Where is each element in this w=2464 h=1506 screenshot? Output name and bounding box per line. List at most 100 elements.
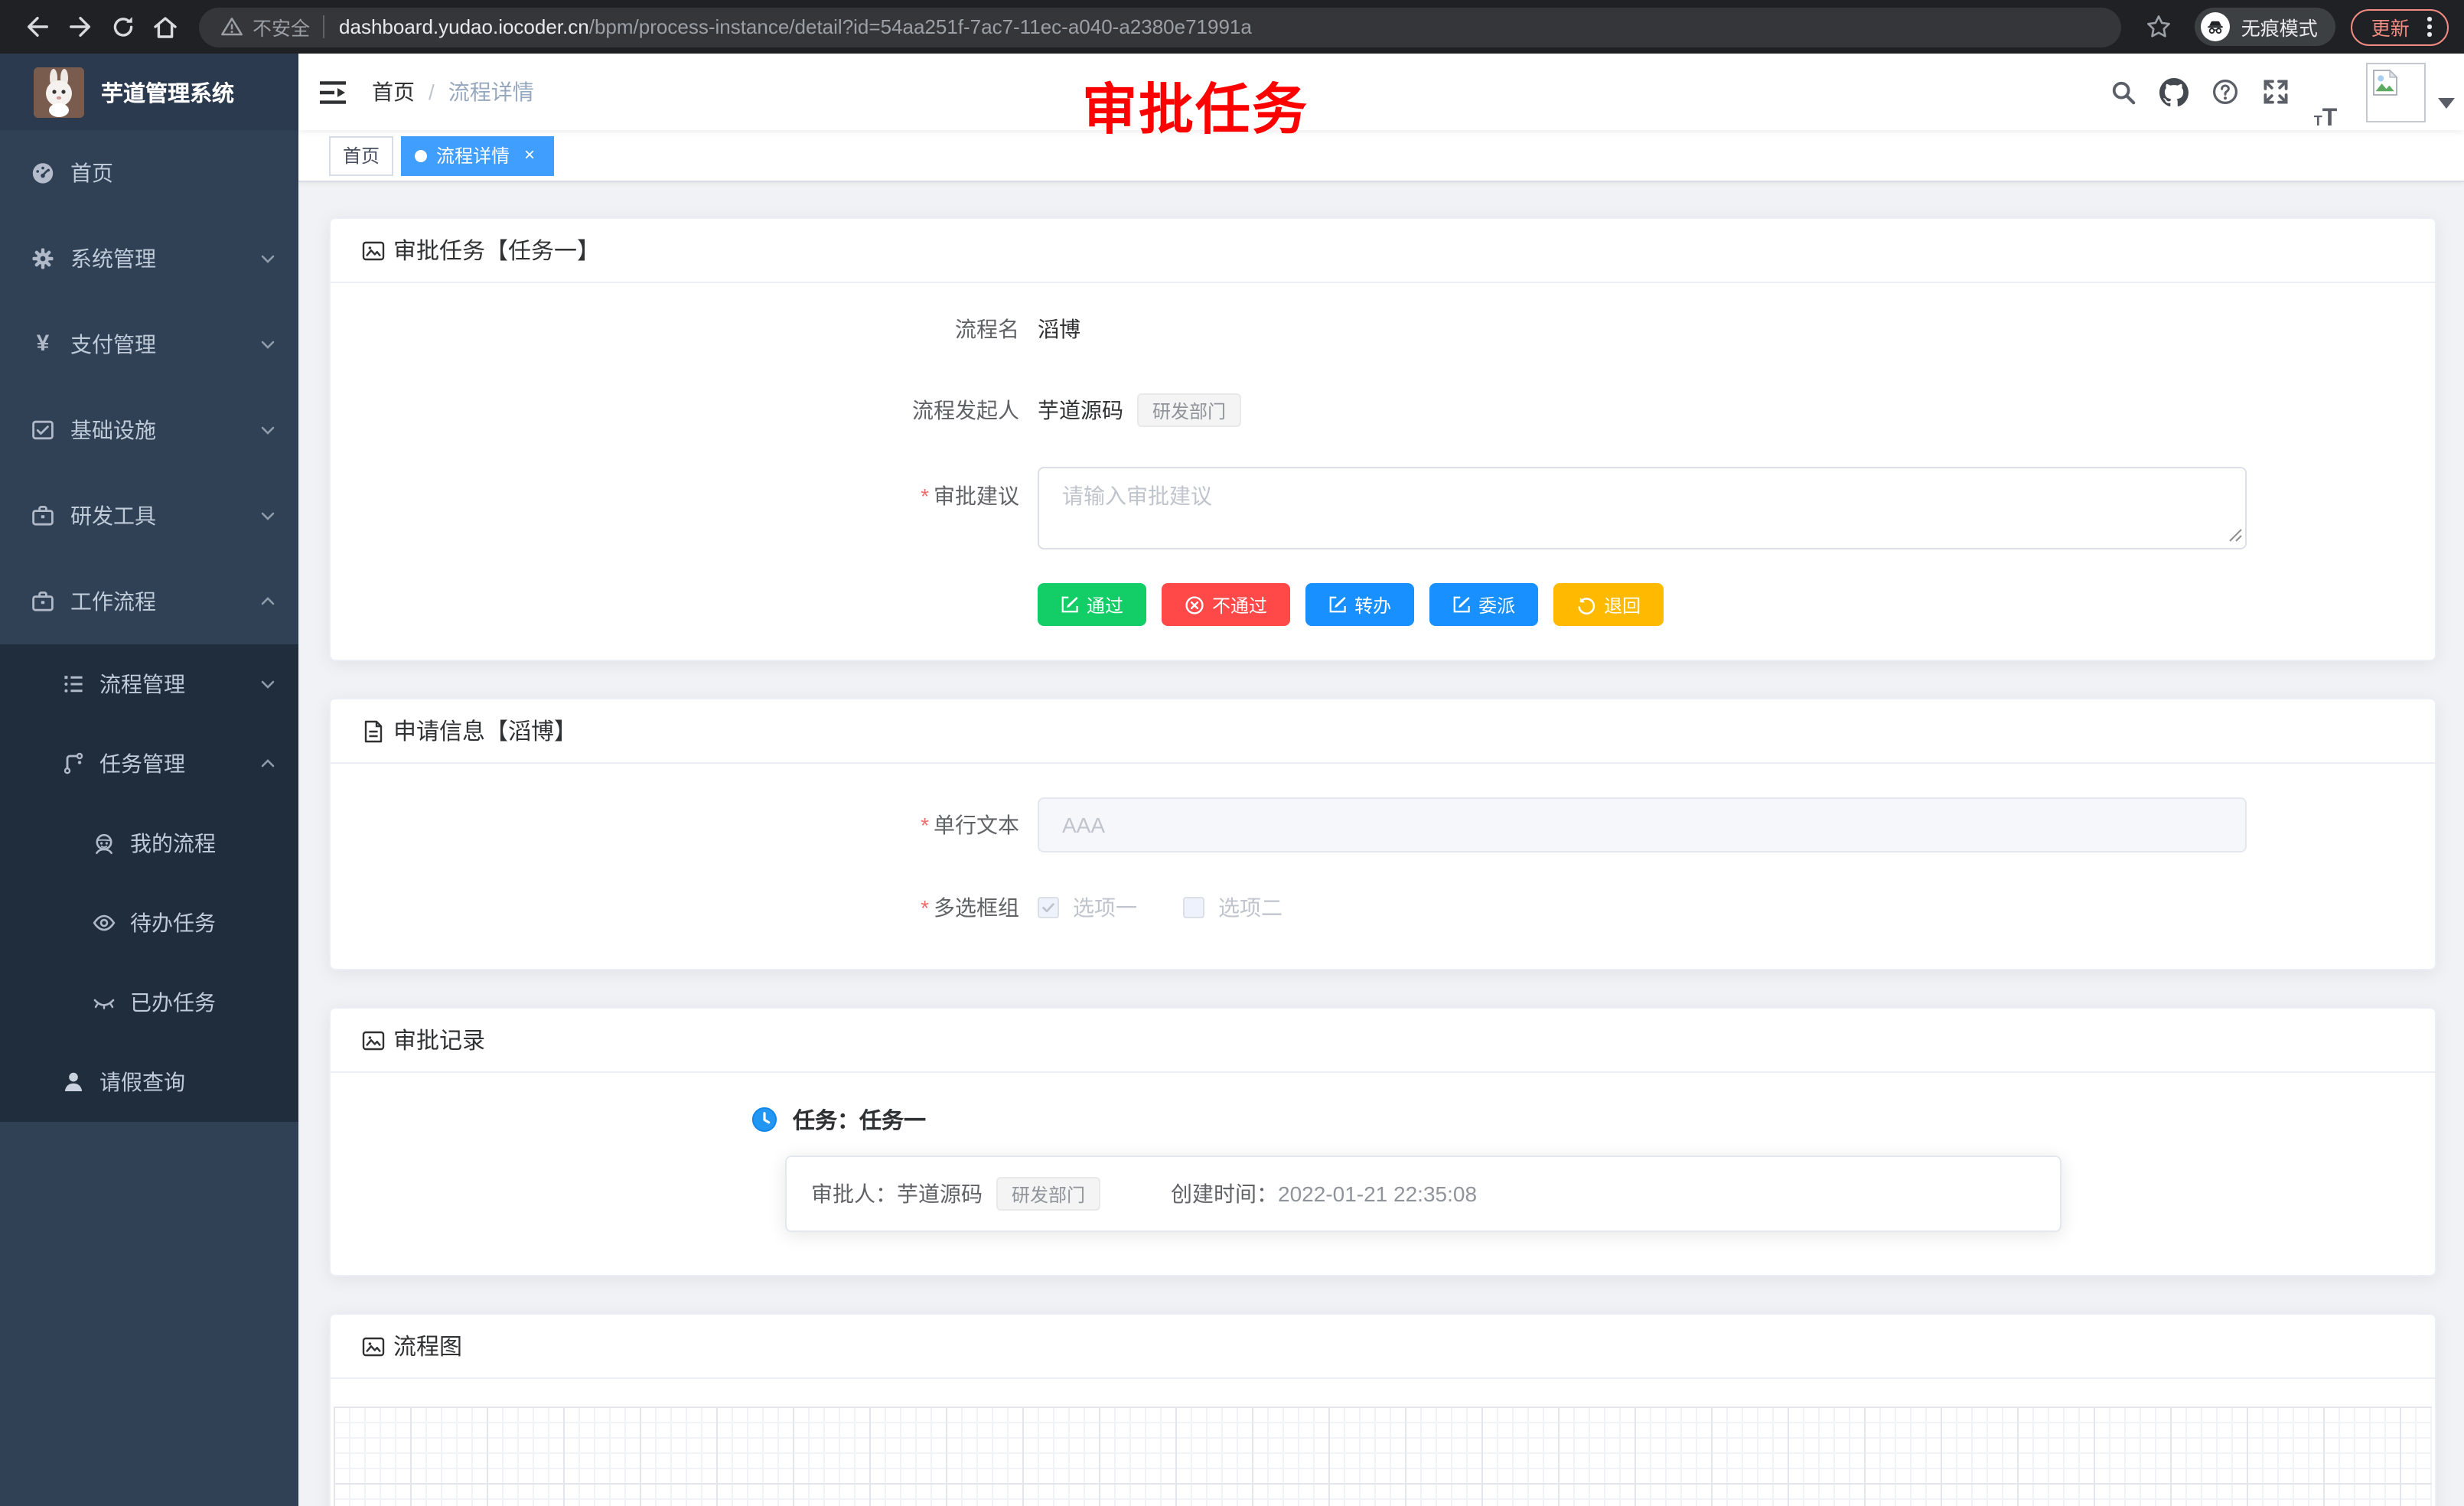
sidebar-item-my-process[interactable]: 我的流程	[0, 804, 298, 883]
picture-icon	[361, 1334, 386, 1358]
sidebar-item-task-mgmt[interactable]: 任务管理	[0, 724, 298, 804]
required-mark: *	[921, 484, 929, 508]
back-icon[interactable]	[15, 5, 58, 48]
forward-icon[interactable]	[58, 5, 101, 48]
button-label: 通过	[1087, 592, 1123, 618]
record-timeline: 任务：任务一 审批人： 芋道源码 研发部门 创建时间： 2022-01-21 2…	[751, 1103, 2404, 1232]
button-label: 退回	[1604, 592, 1641, 618]
dept-tag: 研发部门	[1137, 393, 1241, 427]
refresh-icon[interactable]	[101, 5, 144, 48]
chevron-down-icon	[259, 675, 277, 693]
bpmn-canvas[interactable]	[334, 1407, 2432, 1506]
browser-menu-icon[interactable]	[2422, 14, 2438, 40]
approve-button[interactable]: 通过	[1038, 583, 1146, 626]
transfer-button[interactable]: 转办	[1305, 583, 1414, 626]
sidebar-item-label: 工作流程	[70, 586, 156, 617]
screen: 不安全 dashboard.yudao.iocoder.cn/bpm/proce…	[0, 0, 2464, 1506]
sidebar-item-home[interactable]: 首页	[0, 130, 298, 216]
sidebar-item-label: 已办任务	[130, 987, 216, 1018]
sidebar-item-todo-tasks[interactable]: 待办任务	[0, 883, 298, 963]
sidebar-item-leave-query[interactable]: 请假查询	[0, 1042, 298, 1122]
font-size-small-t: T	[2314, 113, 2322, 130]
sidebar-item-label: 系统管理	[70, 243, 156, 274]
sidebar-item-system[interactable]: 系统管理	[0, 216, 298, 302]
clock-icon	[751, 1107, 777, 1133]
checkbox-checked-icon	[1038, 897, 1059, 918]
avatar[interactable]	[2366, 54, 2426, 130]
update-button[interactable]: 更新	[2352, 8, 2449, 45]
tag-label: 首页	[343, 142, 380, 168]
url-domain: dashboard.yudao.iocoder.cn	[339, 15, 589, 38]
sidebar-item-workflow[interactable]: 工作流程	[0, 559, 298, 644]
list-icon	[61, 672, 86, 696]
app-logo[interactable]: 芋道管理系统	[0, 54, 298, 130]
chevron-down-icon	[259, 335, 277, 354]
tags-view: 首页 流程详情 ×	[298, 130, 2464, 182]
create-time-value: 2022-01-21 22:35:08	[1278, 1182, 1477, 1206]
breadcrumb-home[interactable]: 首页	[372, 77, 415, 107]
resize-handle[interactable]	[2228, 528, 2242, 542]
sidebar-item-devtools[interactable]: 研发工具	[0, 473, 298, 559]
close-icon[interactable]: ×	[519, 145, 540, 166]
button-label: 不通过	[1212, 592, 1267, 618]
sidebar-collapse-icon[interactable]	[298, 54, 372, 130]
picture-icon	[361, 238, 386, 262]
return-button[interactable]: 退回	[1553, 583, 1664, 626]
search-icon[interactable]	[2098, 54, 2149, 130]
required-mark: *	[921, 813, 929, 837]
sidebar: 芋道管理系统 首页 系统管理 ¥ 支付管理	[0, 54, 298, 1506]
single-line-text-input[interactable]	[1038, 797, 2247, 852]
approval-actions: 通过 不通过 转办 委	[1038, 583, 2404, 626]
update-label: 更新	[2371, 12, 2410, 41]
sidebar-item-label: 流程管理	[99, 669, 185, 699]
suggestion-label: *审批建议	[836, 467, 1038, 511]
dashboard-icon	[31, 161, 55, 185]
chevron-down-icon	[259, 507, 277, 525]
checkbox-option-2[interactable]: 选项二	[1183, 892, 1283, 923]
delegate-button[interactable]: 委派	[1429, 583, 1538, 626]
sidebar-item-process-mgmt[interactable]: 流程管理	[0, 644, 298, 724]
dept-tag: 研发部门	[996, 1177, 1100, 1211]
github-icon[interactable]	[2149, 54, 2199, 130]
tag-process-detail[interactable]: 流程详情 ×	[401, 135, 554, 175]
annotation-overlay: 审批任务	[1082, 66, 1309, 145]
card-title: 审批记录	[393, 1024, 485, 1056]
card-header: 流程图	[331, 1315, 2435, 1379]
caret-down-icon[interactable]	[2438, 97, 2455, 108]
record-item-card: 审批人： 芋道源码 研发部门 创建时间： 2022-01-21 22:35:08	[785, 1156, 2061, 1232]
document-icon	[361, 719, 386, 743]
page-content: 审批任务【任务一】 流程名 滔博 流程发起人 芋道源码 研发部门	[298, 182, 2464, 1506]
sidebar-item-infra[interactable]: 基础设施	[0, 387, 298, 473]
apply-info-card: 申请信息【滔博】 *单行文本 *多选框组	[329, 698, 2436, 970]
address-bar[interactable]: 不安全 dashboard.yudao.iocoder.cn/bpm/proce…	[199, 7, 2121, 47]
sidebar-item-payment[interactable]: ¥ 支付管理	[0, 302, 298, 387]
sidebar-item-label: 待办任务	[130, 908, 216, 938]
font-size-icon[interactable]: TT	[2300, 54, 2351, 130]
chevron-up-icon	[259, 592, 277, 611]
eye-open-icon	[92, 911, 116, 935]
checkbox-group-label: *多选框组	[836, 892, 1038, 923]
logo-image	[34, 67, 84, 117]
card-title: 审批任务【任务一】	[393, 234, 600, 266]
initiator-row: 流程发起人 芋道源码 研发部门	[836, 393, 2404, 427]
breadcrumb: 首页 / 流程详情	[372, 77, 534, 107]
home-icon[interactable]	[144, 5, 187, 48]
tag-home[interactable]: 首页	[329, 135, 393, 175]
process-name-row: 流程名 滔博	[836, 314, 2404, 344]
monitor-icon	[31, 418, 55, 442]
security-label[interactable]: 不安全	[253, 12, 310, 41]
card-title: 流程图	[393, 1330, 462, 1362]
yuan-icon: ¥	[31, 332, 55, 357]
sidebar-item-done-tasks[interactable]: 已办任务	[0, 963, 298, 1042]
question-icon[interactable]	[2199, 54, 2250, 130]
checkbox-option-1[interactable]: 选项一	[1038, 892, 1137, 923]
incognito-label: 无痕模式	[2241, 12, 2318, 41]
suggestion-textarea[interactable]	[1038, 467, 2247, 549]
top-navbar: 首页 / 流程详情	[298, 54, 2464, 130]
gear-icon	[31, 246, 55, 271]
reject-button[interactable]: 不通过	[1162, 583, 1290, 626]
user-face-icon	[92, 831, 116, 856]
assignee-label: 审批人：	[811, 1178, 897, 1209]
fullscreen-icon[interactable]	[2250, 54, 2300, 130]
bookmark-star-icon[interactable]	[2137, 5, 2180, 48]
